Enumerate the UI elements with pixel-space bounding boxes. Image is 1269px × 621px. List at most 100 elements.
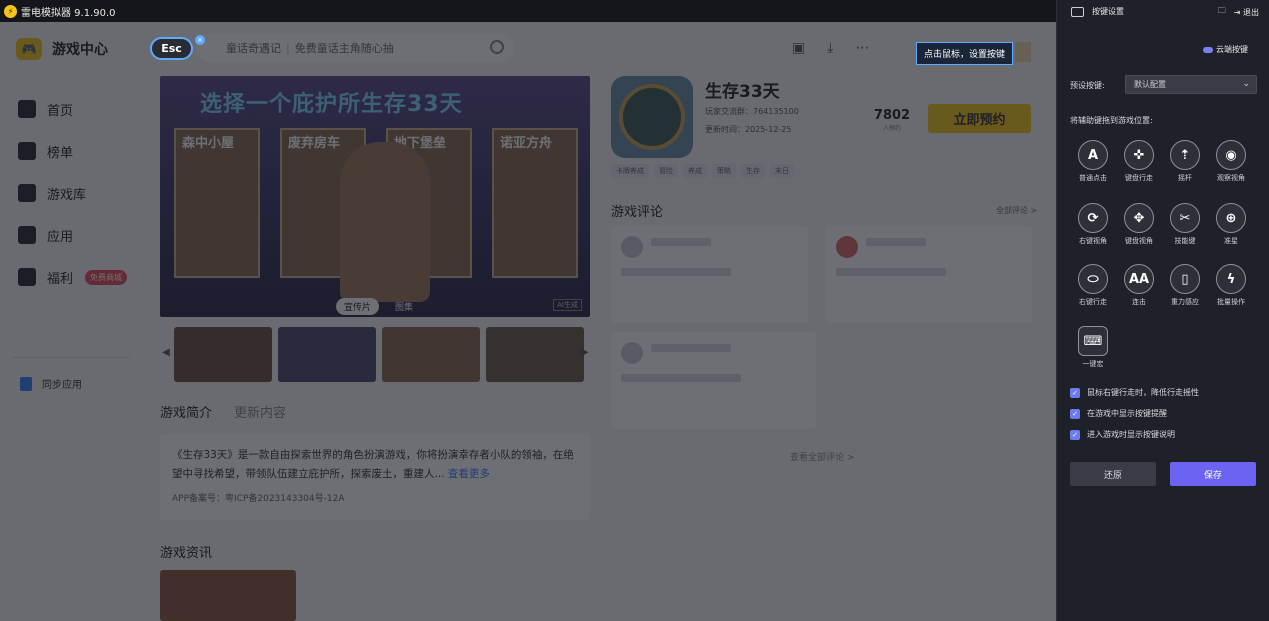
image-thumbnail[interactable]	[486, 327, 584, 382]
chevron-right-icon[interactable]: ▶	[581, 347, 589, 358]
key-right-click-walk[interactable]: ⬭ 右键行走	[1070, 264, 1116, 307]
sidebar-item-label: 福利	[47, 271, 74, 287]
update-time: 更新时间：2025-12-25	[705, 125, 792, 134]
game-center-page: 🎮 游戏中心 首页 榜单 游戏库 应用 福利 免费商城 同步应用 童话奇遇记 | …	[0, 22, 1056, 621]
game-title: 生存33天	[705, 82, 780, 102]
key-label: 观察视角	[1217, 174, 1245, 182]
download-icon[interactable]: ⤓	[827, 40, 833, 56]
blurred-text	[621, 268, 731, 276]
key-crosshair[interactable]: ⊕ 准星	[1208, 203, 1254, 246]
key-keyboard-walk[interactable]: ✜ 键盘行走	[1116, 140, 1162, 183]
phone-tilt-icon: ▯	[1170, 264, 1200, 294]
sidebar-item-apps[interactable]: 应用	[18, 214, 127, 256]
close-icon[interactable]: ×	[195, 35, 205, 45]
tab-gallery[interactable]: 图集	[387, 298, 421, 315]
reserve-button[interactable]: 立即预约	[928, 104, 1031, 133]
sidebar-item-welfare[interactable]: 福利 免费商城	[18, 256, 128, 298]
tab-update-content[interactable]: 更新内容	[234, 402, 286, 421]
app-title: 雷电模拟器 9.1.90.0	[21, 7, 116, 19]
rotate-view-icon: ⟳	[1078, 203, 1108, 233]
preset-select[interactable]: 默认配置 ⌄	[1125, 75, 1257, 94]
game-banner[interactable]: 选择一个庇护所生存33天 森中小屋 废弃房车 地下堡垒 诺亚方舟 宣传片 图集 …	[160, 76, 590, 317]
tag[interactable]: 养成	[683, 164, 707, 178]
key-right-click-view[interactable]: ⟳ 右键视角	[1070, 203, 1116, 246]
image-thumbnail[interactable]	[382, 327, 480, 382]
all-reviews-link[interactable]: 全部评论 >	[996, 205, 1037, 216]
key-macro[interactable]: ⌨ 一键宏	[1070, 326, 1116, 369]
reserve-count-number: 7802	[873, 108, 911, 123]
free-mall-badge: 免费商城	[85, 269, 128, 285]
review-card[interactable]	[826, 226, 1032, 323]
key-keyboard-view[interactable]: ✥ 键盘视角	[1116, 203, 1162, 246]
preset-label: 预设按键:	[1070, 81, 1105, 90]
search-bar[interactable]: 童话奇遇记 | 免费童话主角随心抽	[196, 34, 514, 62]
search-icon[interactable]	[490, 40, 504, 54]
view-all-reviews-link[interactable]: 查看全部评论 >	[790, 450, 854, 463]
shelter-card-label: 诺亚方舟	[500, 136, 553, 151]
cloud-icon	[1203, 46, 1213, 53]
move-view-icon: ✥	[1124, 203, 1154, 233]
top-toolbar: ▣ ⤓ ⋯	[792, 40, 869, 56]
key-gravity[interactable]: ▯ 重力感应	[1162, 264, 1208, 307]
review-card[interactable]	[611, 226, 808, 323]
tag[interactable]: 末日	[770, 164, 794, 178]
more-icon[interactable]: ⋯	[855, 40, 869, 56]
checkbox-checked-icon[interactable]: ✓	[1070, 387, 1080, 398]
qq-group[interactable]: 玩家交流群：764135100	[705, 106, 799, 117]
exit-icon: ⇥	[1233, 7, 1241, 17]
option-reduce-walk-sensitivity[interactable]: ✓ 鼠标右键行走时，降低行走摇性	[1070, 387, 1199, 398]
game-tags: 卡牌养成 冒险 养成 策略 生存 末日	[611, 164, 794, 178]
coupon-icon[interactable]	[1015, 42, 1031, 62]
tag[interactable]: 卡牌养成	[611, 164, 649, 178]
tag[interactable]: 冒险	[654, 164, 678, 178]
sync-apps-label: 同步应用	[42, 380, 82, 391]
sidebar-item-home[interactable]: 首页	[18, 88, 127, 130]
key-setup-tooltip: 点击鼠标，设置按键	[916, 42, 1013, 65]
sidebar-item-ranking[interactable]: 榜单	[18, 130, 127, 172]
news-thumbnail[interactable]	[160, 570, 296, 621]
key-label: 一键宏	[1082, 360, 1104, 368]
joystick-icon: ⇡	[1170, 140, 1200, 170]
calendar-icon[interactable]: ▣	[792, 40, 805, 56]
checkbox-checked-icon[interactable]: ✓	[1070, 408, 1080, 419]
sidebar: 🎮 游戏中心 首页 榜单 游戏库 应用 福利 免费商城 同步应用	[0, 22, 140, 621]
sidebar-item-game-library[interactable]: 游戏库	[18, 172, 127, 214]
reserve-count-label: 人预约	[882, 125, 901, 132]
tab-game-intro[interactable]: 游戏简介	[160, 402, 212, 421]
key-joystick[interactable]: ⇡ 摇杆	[1162, 140, 1208, 183]
panel-header: 按键设置	[1071, 6, 1124, 17]
exit-label: 退出	[1243, 7, 1259, 17]
key-label: 普通点击	[1079, 174, 1107, 182]
read-more-link[interactable]: 查看更多	[448, 468, 490, 480]
review-card[interactable]	[611, 332, 816, 429]
drag-instruction: 将辅助键拖到游戏位置:	[1070, 116, 1153, 125]
key-batch[interactable]: ϟ 批量操作	[1208, 264, 1254, 307]
save-button[interactable]: 保存	[1170, 462, 1256, 486]
option-show-key-guide[interactable]: ✓ 进入游戏时显示按键说明	[1070, 429, 1175, 440]
cloud-keys-button[interactable]: 云端按键	[1203, 44, 1248, 55]
banner-media-tabs: 宣传片 图集	[336, 298, 421, 315]
tag[interactable]: 生存	[741, 164, 765, 178]
video-thumbnail[interactable]	[174, 327, 272, 382]
bar-chart-icon	[18, 142, 36, 160]
key-skill[interactable]: ✂ 技能键	[1162, 203, 1208, 246]
key-observe-view[interactable]: ◉ 观察视角	[1208, 140, 1254, 183]
image-thumbnail[interactable]	[278, 327, 376, 382]
reset-button[interactable]: 还原	[1070, 462, 1156, 486]
checkbox-checked-icon[interactable]: ✓	[1070, 429, 1080, 440]
tab-trailer[interactable]: 宣传片	[336, 298, 380, 315]
mouse-icon: ⬭	[1078, 264, 1108, 294]
key-combo[interactable]: AA 连击	[1116, 264, 1162, 307]
sync-apps-button[interactable]: 同步应用	[20, 376, 82, 391]
chevron-left-icon[interactable]: ◀	[162, 347, 170, 358]
key-label: 键盘视角	[1125, 237, 1153, 245]
option-show-key-hints[interactable]: ✓ 在游戏中显示按键提醒	[1070, 408, 1167, 419]
sidebar-item-label: 首页	[47, 103, 74, 119]
folder-icon[interactable]: 🗀	[1218, 5, 1226, 19]
tag[interactable]: 策略	[712, 164, 736, 178]
search-featured-title: 童话奇遇记	[226, 42, 281, 55]
apps-grid-icon	[18, 226, 36, 244]
esc-key-mapping[interactable]: Esc	[150, 37, 193, 60]
key-tap[interactable]: A 普通点击	[1070, 140, 1116, 183]
exit-button[interactable]: ⇥ 退出	[1234, 7, 1259, 18]
